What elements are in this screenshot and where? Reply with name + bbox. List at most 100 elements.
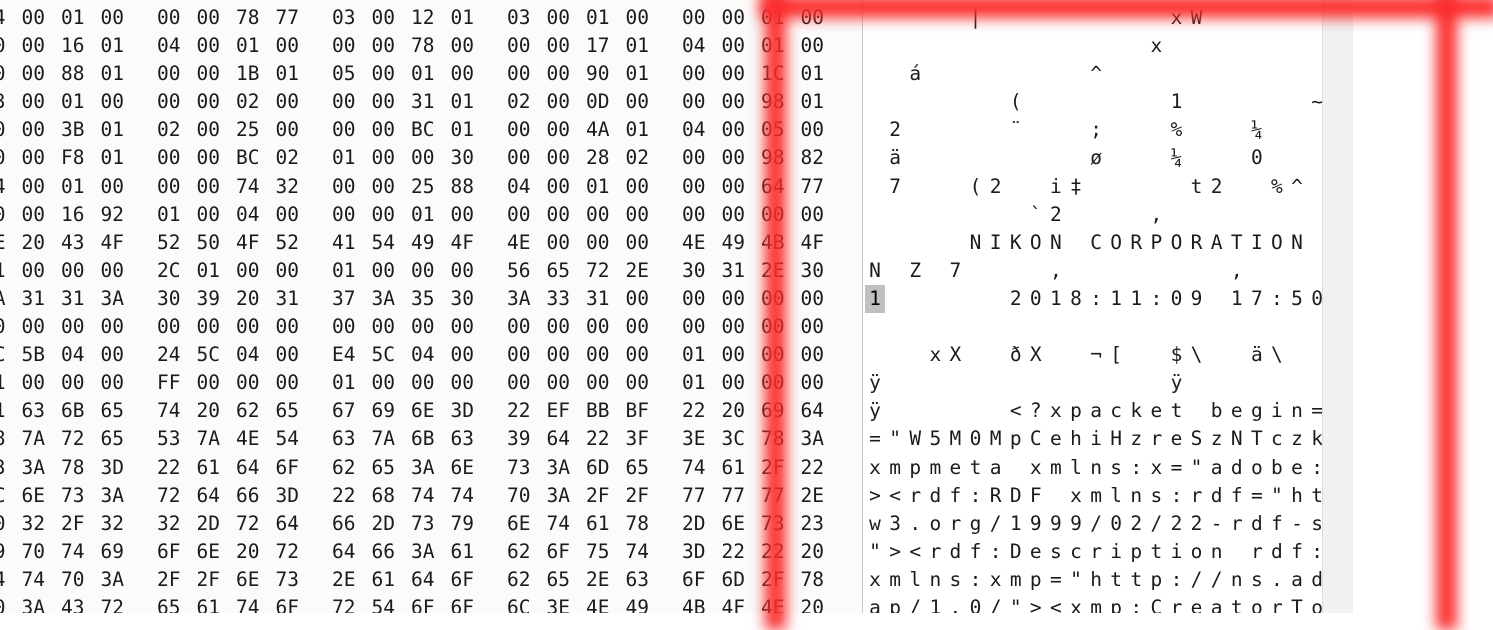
hex-byte[interactable]: 68 — [372, 482, 412, 510]
hex-byte[interactable]: 50 — [197, 229, 237, 257]
hex-byte[interactable]: 00 — [722, 369, 762, 397]
ascii-char[interactable]: p — [1146, 566, 1166, 594]
hex-byte[interactable]: 00 — [276, 32, 316, 60]
hex-byte[interactable]: 74 — [0, 566, 22, 594]
hex-byte[interactable]: 54 — [276, 425, 316, 453]
ascii-row[interactable]: á ^ — [863, 60, 1323, 88]
hex-byte[interactable]: 6D — [722, 566, 762, 594]
hex-byte[interactable]: 00 — [547, 60, 587, 88]
ascii-char[interactable]: < — [1046, 594, 1066, 613]
ascii-char[interactable]: ( — [965, 173, 985, 201]
ascii-char[interactable] — [925, 60, 945, 88]
ascii-char[interactable] — [1187, 144, 1207, 172]
ascii-char[interactable] — [965, 285, 985, 313]
ascii-char[interactable]: 7 — [1247, 285, 1267, 313]
hex-byte[interactable]: 02 — [626, 144, 666, 172]
hex-byte[interactable]: 77 — [722, 482, 762, 510]
hex-byte[interactable]: 01 — [101, 144, 141, 172]
hex-byte[interactable]: 00 — [722, 88, 762, 116]
ascii-char[interactable]: ø — [1086, 144, 1106, 172]
hex-byte[interactable]: 6E — [236, 566, 276, 594]
ascii-row[interactable]: ÿ <?xpacket begin="ï»¿" id — [863, 397, 1323, 425]
hex-byte[interactable]: 02 — [276, 144, 316, 172]
ascii-char[interactable] — [925, 88, 945, 116]
ascii-char[interactable] — [945, 201, 965, 229]
hex-byte[interactable]: 00 — [682, 88, 722, 116]
ascii-char[interactable]: C — [1086, 229, 1106, 257]
ascii-char[interactable] — [865, 201, 885, 229]
hex-byte[interactable]: 00 — [197, 144, 237, 172]
hex-byte[interactable]: 2D — [682, 510, 722, 538]
hex-byte[interactable]: 63 — [22, 397, 62, 425]
ascii-char[interactable]: > — [865, 482, 885, 510]
ascii-char[interactable]: b — [1207, 397, 1227, 425]
ascii-char[interactable]: o — [925, 510, 945, 538]
ascii-char[interactable]: $ — [1166, 341, 1186, 369]
hex-byte[interactable]: 02 — [157, 116, 197, 144]
hex-byte[interactable]: 00 — [626, 88, 666, 116]
ascii-char[interactable]: < — [1006, 397, 1026, 425]
hex-byte[interactable]: 16 — [61, 201, 101, 229]
ascii-char[interactable] — [1086, 4, 1106, 32]
hex-byte[interactable]: 52 — [157, 229, 197, 257]
ascii-char[interactable]: , — [1227, 257, 1247, 285]
hex-byte[interactable]: 00 — [372, 60, 412, 88]
ascii-char[interactable] — [1026, 369, 1046, 397]
ascii-char[interactable]: i — [1166, 538, 1186, 566]
hex-byte[interactable]: 78 — [411, 32, 451, 60]
hex-byte[interactable]: 2D — [197, 510, 237, 538]
hex-byte[interactable]: 4F — [236, 229, 276, 257]
ascii-char[interactable]: / — [905, 594, 925, 613]
ascii-char[interactable] — [1106, 32, 1126, 60]
hex-byte[interactable]: 01 — [411, 60, 451, 88]
hex-byte[interactable]: 61 — [197, 594, 237, 613]
ascii-char[interactable]: d — [1207, 482, 1227, 510]
hex-byte[interactable]: 01 — [586, 4, 626, 32]
ascii-char[interactable] — [1106, 173, 1126, 201]
hex-byte[interactable]: 00 — [507, 369, 547, 397]
hex-byte[interactable]: 35 — [411, 285, 451, 313]
ascii-char[interactable]: n — [1126, 482, 1146, 510]
ascii-char[interactable]: < — [885, 482, 905, 510]
hex-byte[interactable]: 39 — [507, 425, 547, 453]
hex-byte[interactable]: 53 — [157, 425, 197, 453]
hex-byte[interactable]: 3A — [507, 285, 547, 313]
hex-byte[interactable]: 00 — [586, 201, 626, 229]
hex-byte[interactable]: 37 — [332, 285, 372, 313]
hex-byte[interactable]: 00 — [801, 32, 841, 60]
ascii-char[interactable]: " — [865, 538, 885, 566]
ascii-char[interactable] — [945, 4, 965, 32]
ascii-char[interactable]: g — [1247, 397, 1267, 425]
hex-byte[interactable]: 64 — [276, 510, 316, 538]
hex-byte[interactable]: 2F — [626, 482, 666, 510]
hex-byte[interactable]: 64 — [236, 454, 276, 482]
hex-byte[interactable]: 4E — [682, 229, 722, 257]
ascii-char[interactable] — [1267, 88, 1287, 116]
hex-byte[interactable]: 65 — [626, 454, 666, 482]
ascii-char[interactable] — [1207, 88, 1227, 116]
hex-byte[interactable]: 31 — [22, 285, 62, 313]
hex-byte[interactable]: 74 — [236, 173, 276, 201]
ascii-char[interactable] — [925, 257, 945, 285]
ascii-char[interactable]: f — [1287, 538, 1307, 566]
hex-byte[interactable]: 77 — [682, 482, 722, 510]
hex-byte[interactable]: 20 — [801, 594, 841, 613]
ascii-char[interactable]: T — [1287, 594, 1307, 613]
hex-byte[interactable]: 74 — [547, 510, 587, 538]
hex-byte[interactable]: 00 — [626, 173, 666, 201]
hex-byte[interactable]: 3A — [801, 425, 841, 453]
ascii-char[interactable]: ä — [885, 144, 905, 172]
hex-byte[interactable]: 01 — [451, 4, 491, 32]
ascii-char[interactable]: c — [1267, 425, 1287, 453]
ascii-char[interactable] — [1247, 257, 1267, 285]
ascii-char[interactable] — [1287, 116, 1307, 144]
hex-byte[interactable]: 49 — [626, 594, 666, 613]
ascii-char[interactable]: " — [1267, 482, 1287, 510]
hex-byte[interactable]: 2F — [61, 510, 101, 538]
hex-byte[interactable]: 00 — [332, 88, 372, 116]
ascii-char[interactable] — [885, 4, 905, 32]
hex-byte[interactable]: 22 — [586, 425, 626, 453]
hex-byte[interactable]: 01 — [586, 173, 626, 201]
ascii-char[interactable]: x — [1026, 454, 1046, 482]
hex-byte[interactable]: 73 — [276, 566, 316, 594]
